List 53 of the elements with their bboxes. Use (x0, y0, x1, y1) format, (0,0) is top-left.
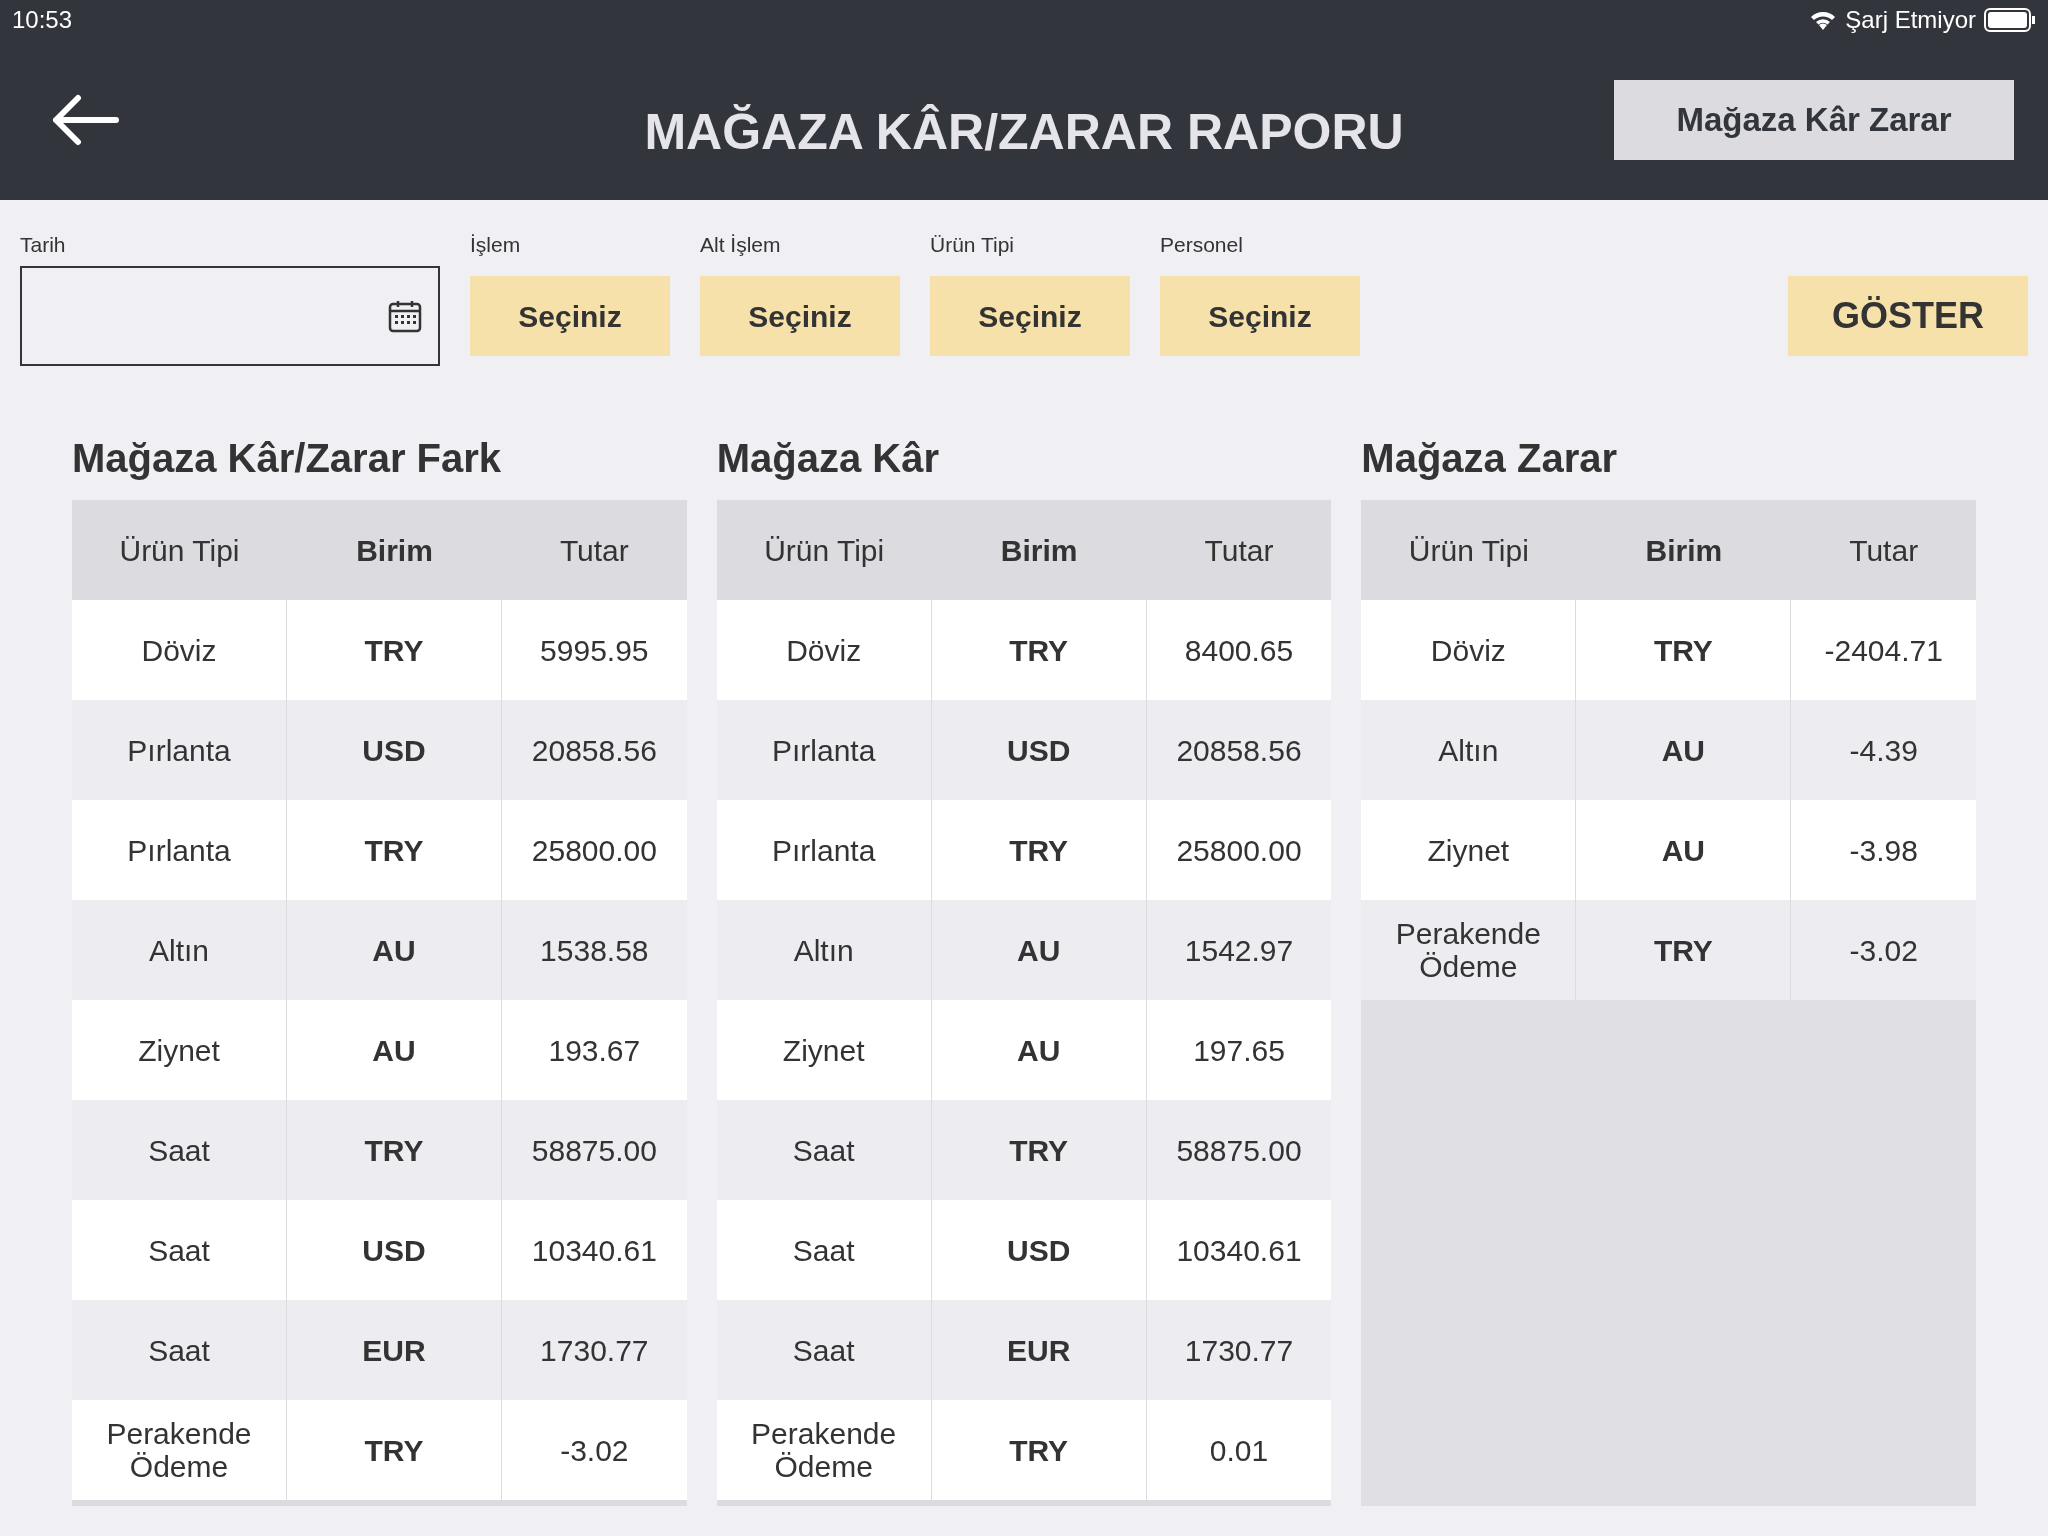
table-cell-text: 1730.77 (1183, 1332, 1295, 1369)
table-cell-text: 0.01 (1208, 1432, 1270, 1469)
table-cell-text: 197.65 (1192, 1032, 1286, 1069)
filter-label: Ürün Tipi (930, 232, 1016, 258)
back-arrow-icon[interactable] (50, 94, 120, 146)
report-type-button[interactable]: Mağaza Kâr Zarar (1614, 80, 2014, 160)
date-field[interactable] (20, 266, 440, 366)
battery-status-text: Şarj Etmiyor (1845, 5, 1976, 35)
table-cell-text: 58875.00 (530, 1132, 658, 1169)
filter-label: Personel (1160, 232, 1244, 258)
table-cell-text: -2404.71 (1823, 632, 1944, 669)
filter-label: Alt İşlem (700, 232, 782, 258)
table-title: Mağaza Zarar (1361, 435, 1618, 482)
column-header: Birim (999, 532, 1079, 569)
column-header: Tutar (1848, 532, 1920, 569)
table-cell-text: 8400.65 (1183, 632, 1295, 669)
table-cell-text: 25800.00 (530, 832, 658, 869)
status-time: 10:53 (12, 5, 73, 35)
select-button[interactable]: Seçiniz (470, 276, 670, 356)
table-cell-text: -3.02 (559, 1432, 630, 1469)
table-cell-text: 58875.00 (1175, 1132, 1303, 1169)
filter-label: Tarih (20, 232, 67, 258)
select-button[interactable]: Seçiniz (700, 276, 900, 356)
table-cell-text: 5995.95 (539, 632, 650, 669)
calendar-icon[interactable] (388, 299, 422, 333)
page-title: MAĞAZA KÂR/ZARAR RAPORU (644, 103, 1404, 162)
show-button[interactable]: GÖSTER (1788, 276, 2028, 356)
table-cell-text: 20858.56 (1175, 732, 1303, 769)
column-header: Tutar (1203, 532, 1275, 569)
table-title: Mağaza Kâr/Zarar Fark (72, 435, 503, 482)
wifi-icon (1809, 10, 1838, 30)
table-cell-text: 25800.00 (1175, 832, 1303, 869)
table-cell-text: 10340.61 (1175, 1232, 1303, 1269)
column-header: Ürün Tipi (763, 532, 886, 569)
table-title: Mağaza Kâr (716, 435, 940, 482)
table-cell-text: 1538.58 (539, 932, 650, 969)
battery-icon (1984, 8, 2036, 32)
table-cell-text: 1542.97 (1183, 932, 1295, 969)
column-header: Birim (1644, 532, 1724, 569)
column-header: Ürün Tipi (118, 532, 241, 569)
column-header: Ürün Tipi (1407, 532, 1530, 569)
table-cell-text: -3.98 (1848, 832, 1919, 869)
select-button[interactable]: Seçiniz (1160, 276, 1360, 356)
filter-label: İşlem (470, 232, 522, 258)
table-cell-text: 193.67 (547, 1032, 642, 1069)
table-cell-text: -4.39 (1848, 732, 1919, 769)
column-header: Birim (355, 532, 434, 569)
column-header: Tutar (558, 532, 630, 569)
table-cell-text: 10340.61 (530, 1232, 658, 1269)
table-cell-text: -3.02 (1848, 932, 1919, 969)
select-button[interactable]: Seçiniz (930, 276, 1130, 356)
table-cell-text: 1730.77 (539, 1332, 650, 1369)
table-cell-text: 20858.56 (530, 732, 658, 769)
